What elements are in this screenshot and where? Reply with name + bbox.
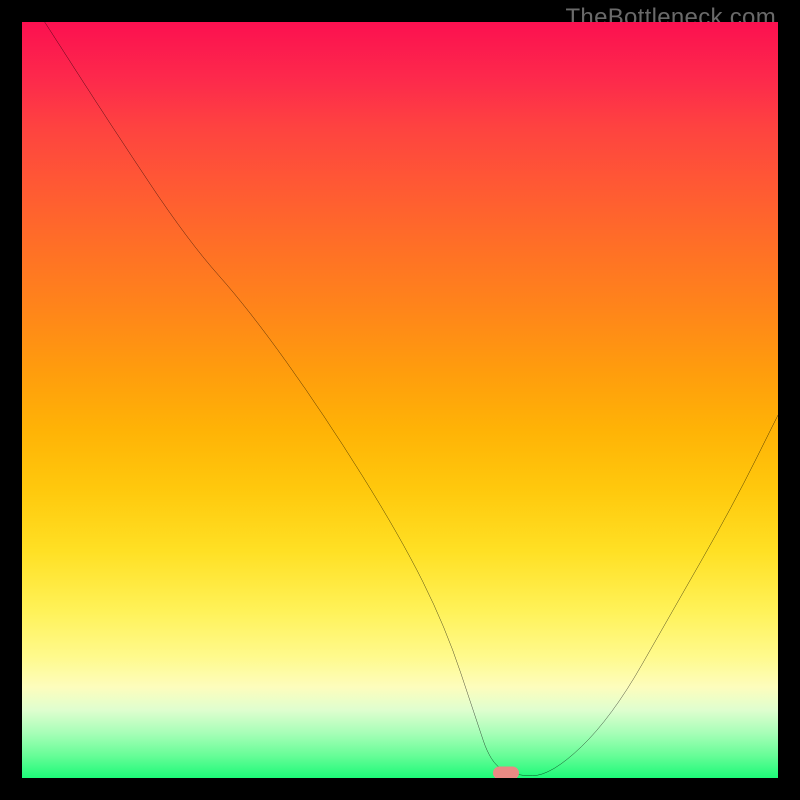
chart-plot-area <box>22 22 778 778</box>
bottleneck-curve-path <box>45 22 778 776</box>
optimal-marker <box>493 767 519 778</box>
bottleneck-curve <box>22 22 778 778</box>
chart-container: TheBottleneck.com <box>0 0 800 800</box>
